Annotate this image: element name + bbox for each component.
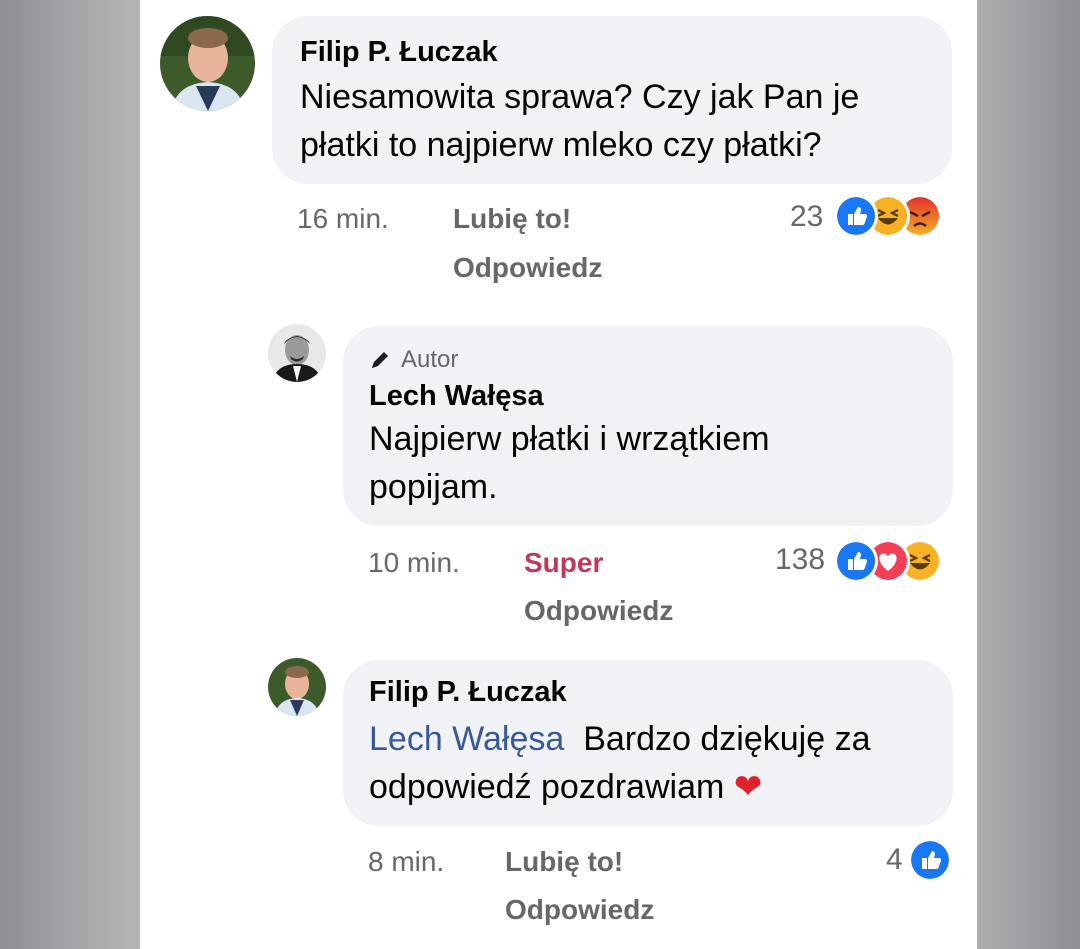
reaction-icons[interactable] [908, 838, 954, 882]
pencil-icon [372, 352, 388, 368]
avatar-photo-icon [268, 658, 326, 716]
like-icon [834, 194, 878, 238]
reply-button[interactable]: Odpowiedz [524, 595, 673, 627]
author-badge: Autor [369, 346, 927, 374]
avatar[interactable] [160, 16, 255, 111]
comment-time[interactable]: 10 min. [368, 547, 460, 579]
reaction-count[interactable]: 138 [775, 543, 825, 577]
comment-bubble: Filip P. Łuczak Lech Wałęsa Bardzo dzięk… [343, 660, 953, 826]
super-reaction-button[interactable]: Super [524, 547, 603, 579]
reaction-count[interactable]: 23 [790, 200, 823, 234]
comment-time[interactable]: 16 min. [297, 203, 389, 235]
comment-text: Lech Wałęsa Bardzo dziękuję za odpowiedź… [369, 715, 929, 811]
mention-link[interactable]: Lech Wałęsa [369, 720, 564, 758]
comment-author[interactable]: Lech Wałęsa [369, 380, 927, 413]
avatar-photo-icon [160, 16, 255, 111]
reaction-icons[interactable] [834, 194, 954, 238]
reply-button[interactable]: Odpowiedz [453, 252, 602, 284]
reaction-icons[interactable] [834, 539, 954, 583]
reply-button[interactable]: Odpowiedz [505, 894, 654, 926]
like-button[interactable]: Lubię to! [505, 846, 623, 878]
comment-text: Najpierw płatki i wrzątkiem popijam. [369, 420, 770, 506]
avatar[interactable] [268, 324, 326, 382]
avatar[interactable] [268, 658, 326, 716]
comment-time[interactable]: 8 min. [368, 846, 444, 878]
author-badge-label: Autor [401, 346, 459, 373]
comment-bubble: Autor Lech Wałęsa Najpierw płatki i wrzą… [343, 326, 953, 526]
reaction-count[interactable]: 4 [886, 843, 903, 877]
avatar-photo-icon [268, 324, 326, 382]
like-icon [834, 539, 878, 583]
heart-emoji-icon: ❤ [733, 768, 763, 806]
like-button[interactable]: Lubię to! [453, 203, 571, 235]
comment-author[interactable]: Filip P. Łuczak [369, 676, 927, 709]
comment-author[interactable]: Filip P. Łuczak [300, 36, 924, 69]
like-icon [908, 838, 952, 882]
comment-bubble: Filip P. Łuczak Niesamowita sprawa? Czy … [272, 16, 952, 184]
comment-text: Niesamowita sprawa? Czy jak Pan je płatk… [300, 78, 860, 164]
